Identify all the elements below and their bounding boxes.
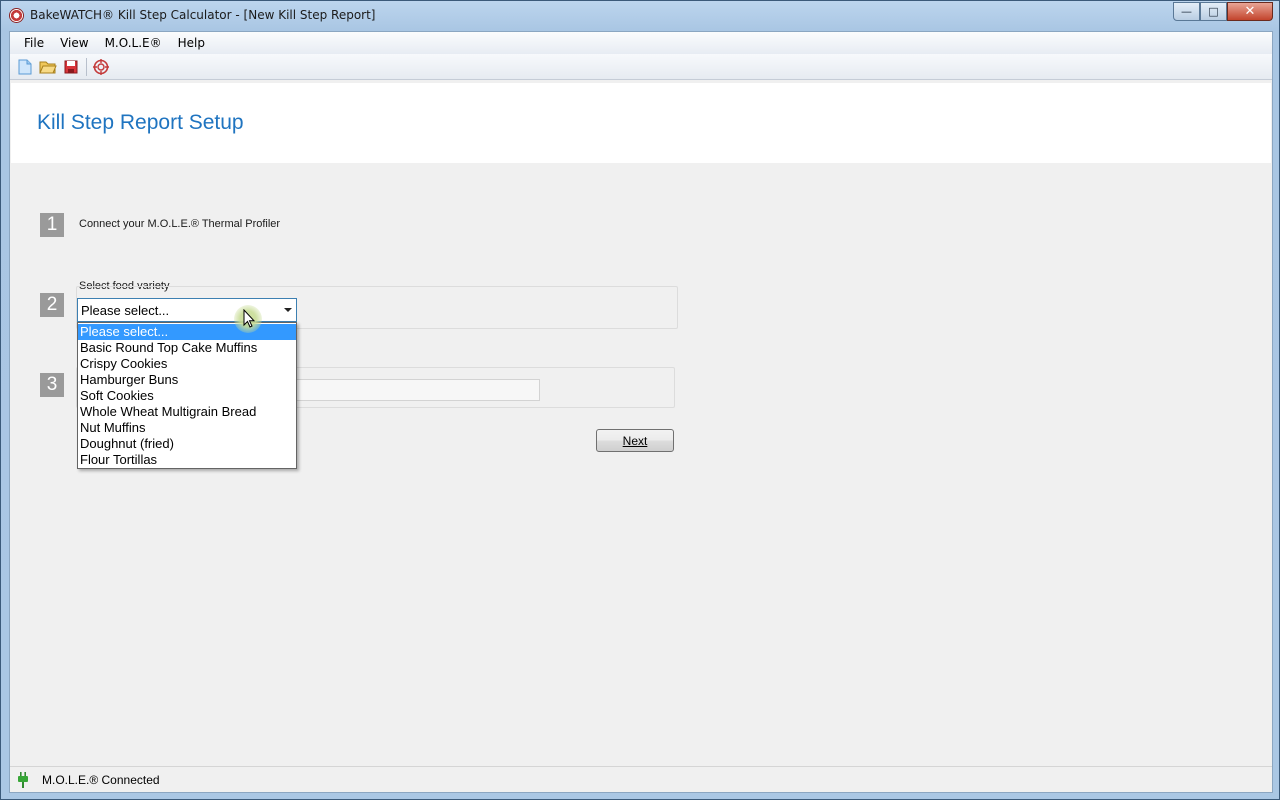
dropdown-option[interactable]: Basic Round Top Cake Muffins — [78, 340, 296, 356]
step-1-text: Connect your M.O.L.E.® Thermal Profiler — [79, 218, 281, 230]
dropdown-option[interactable]: Soft Cookies — [78, 388, 296, 404]
window-title: BakeWATCH® Kill Step Calculator - [New K… — [30, 8, 376, 22]
menu-view[interactable]: View — [52, 36, 96, 50]
food-variety-select[interactable]: Please select... — [77, 298, 297, 322]
menu-mole[interactable]: M.O.L.E® — [97, 36, 170, 50]
step-3-input[interactable] — [296, 379, 540, 401]
save-icon[interactable] — [60, 56, 82, 78]
caption-buttons: — □ ✕ — [1173, 2, 1273, 21]
step-1-number: 1 — [40, 213, 64, 237]
dropdown-option[interactable]: Doughnut (fried) — [78, 436, 296, 452]
food-variety-dropdown: Please select... Basic Round Top Cake Mu… — [77, 322, 297, 469]
open-folder-icon[interactable] — [37, 56, 59, 78]
app-icon[interactable] — [9, 8, 24, 23]
plug-connected-icon — [16, 771, 30, 788]
dropdown-option[interactable]: Crispy Cookies — [78, 356, 296, 372]
maximize-button[interactable]: □ — [1200, 2, 1227, 21]
connection-status: M.O.L.E.® Connected — [42, 772, 160, 787]
menu-help[interactable]: Help — [170, 36, 213, 50]
close-button[interactable]: ✕ — [1227, 2, 1273, 21]
mole-target-icon[interactable] — [90, 56, 112, 78]
new-document-icon[interactable] — [14, 56, 36, 78]
toolbar-separator — [86, 57, 87, 76]
title-bar[interactable]: BakeWATCH® Kill Step Calculator - [New K… — [1, 1, 1279, 30]
next-button-label: Next — [622, 433, 648, 448]
dropdown-option-please-select[interactable]: Please select... — [78, 324, 296, 340]
next-button[interactable]: Next — [596, 429, 674, 452]
dropdown-option[interactable]: Hamburger Buns — [78, 372, 296, 388]
dropdown-option[interactable]: Nut Muffins — [78, 420, 296, 436]
dropdown-option[interactable]: Flour Tortillas — [78, 452, 296, 468]
minimize-button[interactable]: — — [1173, 2, 1200, 21]
app-window: BakeWATCH® Kill Step Calculator - [New K… — [0, 0, 1280, 800]
menu-bar: File View M.O.L.E® Help — [10, 32, 1272, 54]
menu-file[interactable]: File — [16, 36, 52, 50]
mouse-cursor-icon — [234, 305, 262, 333]
client-area: File View M.O.L.E® Help Kill Step Report… — [9, 31, 1273, 793]
page-title: Kill Step Report Setup — [37, 111, 244, 134]
step-2-number: 2 — [40, 293, 64, 317]
step-3-number: 3 — [40, 373, 64, 397]
toolbar — [10, 54, 1272, 80]
status-bar: M.O.L.E.® Connected — [10, 766, 1272, 792]
chevron-down-icon[interactable] — [280, 299, 296, 321]
header-panel: Kill Step Report Setup — [11, 83, 1271, 163]
dropdown-option[interactable]: Whole Wheat Multigrain Bread — [78, 404, 296, 420]
